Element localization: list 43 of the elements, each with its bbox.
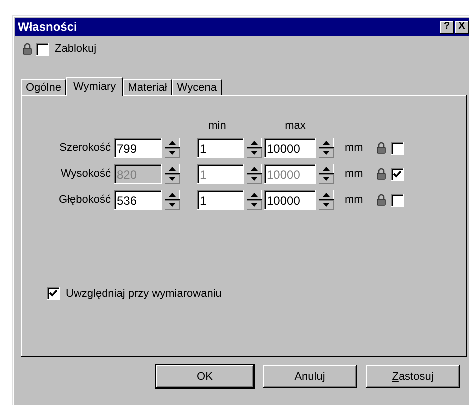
help-button[interactable]: ? <box>440 20 454 34</box>
ok-button[interactable]: OK <box>156 365 254 388</box>
unit-label: mm <box>344 194 364 206</box>
column-header: min <box>208 120 228 132</box>
checkbox[interactable] <box>47 287 60 300</box>
number-field[interactable]: 10000 <box>264 138 316 158</box>
spinner-button[interactable] <box>319 190 334 210</box>
field-label: Głębokość <box>58 194 112 206</box>
checkbox[interactable] <box>36 42 49 56</box>
spinner-button[interactable] <box>247 190 262 210</box>
unit-label: mm <box>344 168 364 180</box>
checkbox[interactable] <box>391 194 404 206</box>
spinner-button[interactable] <box>165 164 180 184</box>
field-label: Wysokość <box>60 168 112 180</box>
apply-button[interactable]: Zastosuj <box>366 365 460 388</box>
padlock-icon <box>377 142 386 154</box>
padlock-icon <box>377 194 386 206</box>
tab[interactable]: Materiał <box>123 79 172 95</box>
number-field[interactable]: 536 <box>114 190 162 210</box>
spinner-button[interactable] <box>319 138 334 158</box>
close-button[interactable]: X <box>455 20 469 34</box>
checkbox-label: Zablokuj <box>55 43 97 55</box>
spinner-button[interactable] <box>247 138 262 158</box>
number-field[interactable]: 1 <box>197 138 244 158</box>
checkbox-label: Uwzględniaj przy wymiarowaniu <box>66 288 222 300</box>
number-field[interactable]: 10000 <box>264 190 316 210</box>
padlock-icon <box>23 43 32 55</box>
cancel-button[interactable]: Anuluj <box>263 365 357 388</box>
spinner-button[interactable] <box>319 164 334 184</box>
number-field[interactable]: 1 <box>197 190 244 210</box>
checkbox[interactable] <box>391 142 404 154</box>
tab[interactable]: Wymiary <box>66 77 124 96</box>
spinner-button[interactable] <box>247 164 262 184</box>
column-header: max <box>284 120 307 132</box>
spinner-button[interactable] <box>165 138 180 158</box>
unit-label: mm <box>344 142 364 154</box>
tab[interactable]: Wycena <box>172 79 222 95</box>
number-field[interactable]: 799 <box>114 138 162 158</box>
window-title: Własności <box>18 20 78 34</box>
padlock-icon <box>377 168 386 180</box>
spinner-button[interactable] <box>165 190 180 210</box>
tab[interactable]: Ogólne <box>21 79 66 95</box>
field-label: Szerokość <box>58 142 112 154</box>
